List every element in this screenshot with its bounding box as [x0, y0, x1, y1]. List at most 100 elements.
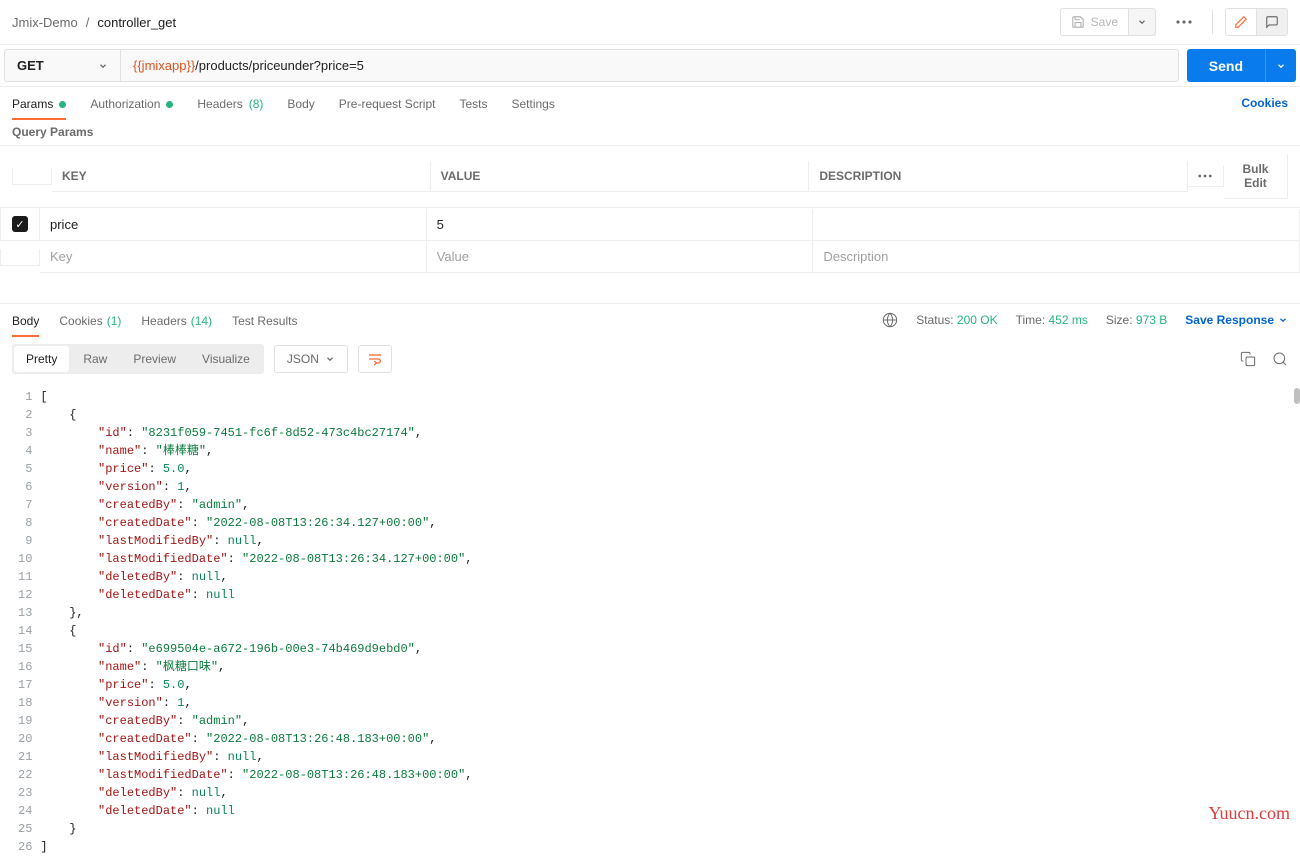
param-value-input[interactable] [437, 217, 803, 232]
method-dropdown[interactable]: GET [5, 50, 121, 81]
breadcrumb-root[interactable]: Jmix-Demo [12, 15, 78, 30]
seg-preview[interactable]: Preview [121, 346, 188, 372]
size-block[interactable]: Size: 973 B [1106, 313, 1167, 327]
tab-headers[interactable]: Headers (8) [197, 87, 263, 119]
url-input[interactable]: {{jmixapp}}/products/priceunder?price=5 [121, 50, 1178, 81]
row-checkbox-cell[interactable]: ✓ [0, 208, 40, 241]
method-label: GET [17, 58, 44, 73]
chevron-down-icon [325, 354, 335, 364]
cookies-link[interactable]: Cookies [1241, 96, 1288, 110]
resp-tab-headers-label: Headers [141, 314, 186, 328]
key-header: KEY [52, 161, 431, 192]
request-url-row: GET {{jmixapp}}/products/priceunder?pric… [0, 45, 1300, 87]
wrap-icon [367, 352, 383, 366]
save-response-label: Save Response [1185, 313, 1274, 327]
search-icon [1272, 351, 1288, 367]
resp-tab-tests-label: Test Results [232, 314, 297, 328]
save-button-group: Save [1060, 8, 1156, 36]
breadcrumb-current[interactable]: controller_get [97, 15, 176, 30]
send-group: Send [1187, 49, 1296, 82]
dots-icon [1198, 174, 1212, 178]
bulk-edit-button[interactable]: Bulk Edit [1224, 154, 1288, 199]
code-content[interactable]: [ { "id": "8231f059-7451-fc6f-8d52-473c4… [40, 382, 1300, 862]
description-header: DESCRIPTION [809, 161, 1188, 192]
edit-mode-button[interactable] [1226, 9, 1256, 35]
tab-prerequest[interactable]: Pre-request Script [339, 87, 436, 119]
tab-settings-label: Settings [512, 97, 555, 111]
tab-headers-count: (8) [249, 97, 264, 111]
tab-settings[interactable]: Settings [512, 87, 555, 119]
copy-button[interactable] [1240, 351, 1256, 367]
size-label: Size: [1106, 313, 1133, 327]
param-desc-input[interactable] [823, 249, 1289, 264]
checkbox-checked-icon: ✓ [12, 216, 28, 232]
seg-pretty[interactable]: Pretty [14, 346, 69, 372]
tab-headers-label: Headers [197, 97, 242, 111]
view-mode-group [1225, 8, 1288, 36]
table-row-empty [0, 241, 1300, 273]
comment-icon [1265, 15, 1279, 29]
comment-mode-button[interactable] [1256, 9, 1287, 35]
send-chevron[interactable] [1265, 49, 1296, 82]
tab-tests[interactable]: Tests [459, 87, 487, 119]
time-block[interactable]: Time: 452 ms [1016, 313, 1088, 327]
language-dropdown[interactable]: JSON [274, 345, 348, 373]
url-path: /products/priceunder?price=5 [195, 58, 364, 73]
url-variable: {{jmixapp}} [133, 58, 195, 73]
more-actions-button[interactable] [1168, 16, 1200, 28]
url-group: GET {{jmixapp}}/products/priceunder?pric… [4, 49, 1179, 82]
resp-tab-tests[interactable]: Test Results [232, 304, 297, 336]
save-response-button[interactable]: Save Response [1185, 313, 1288, 327]
seg-raw[interactable]: Raw [71, 346, 119, 372]
copy-icon [1240, 351, 1256, 367]
status-value: 200 OK [957, 313, 998, 327]
resp-tab-body[interactable]: Body [12, 304, 39, 336]
param-key-input[interactable] [50, 249, 416, 264]
breadcrumb: Jmix-Demo / controller_get [12, 15, 176, 30]
header: Jmix-Demo / controller_get Save [0, 0, 1300, 45]
dots-icon [1176, 20, 1192, 24]
save-chevron[interactable] [1129, 8, 1156, 36]
table-options[interactable] [1188, 166, 1224, 187]
watermark: Yuucn.com [1209, 804, 1290, 822]
tab-prerequest-label: Pre-request Script [339, 97, 436, 111]
size-value: 973 B [1136, 313, 1167, 327]
search-button[interactable] [1272, 351, 1288, 367]
param-key-input[interactable] [50, 217, 416, 232]
auth-indicator-icon [166, 101, 173, 108]
param-desc-input[interactable] [823, 217, 1289, 232]
resp-tab-cookies-label: Cookies [59, 314, 102, 328]
param-value-input[interactable] [437, 249, 803, 264]
save-button[interactable]: Save [1060, 8, 1129, 36]
line-gutter: 1234567891011121314151617181920212223242… [0, 382, 40, 862]
response-body-viewer[interactable]: 1234567891011121314151617181920212223242… [0, 382, 1300, 862]
scrollbar-thumb[interactable] [1294, 388, 1300, 404]
resp-tab-cookies[interactable]: Cookies (1) [59, 304, 121, 336]
tab-params[interactable]: Params [12, 87, 66, 119]
resp-tab-headers[interactable]: Headers (14) [141, 304, 212, 336]
table-header-row: KEY VALUE DESCRIPTION Bulk Edit [0, 146, 1300, 208]
response-meta: Status: 200 OK Time: 452 ms Size: 973 B … [882, 312, 1288, 328]
response-bar: Body Cookies (1) Headers (14) Test Resul… [0, 303, 1300, 336]
tab-authorization[interactable]: Authorization [90, 87, 173, 119]
tab-body-label: Body [287, 97, 314, 111]
checkbox-header [12, 168, 52, 185]
save-label: Save [1091, 15, 1118, 29]
status-block[interactable]: Status: 200 OK [916, 313, 997, 327]
query-params-table: KEY VALUE DESCRIPTION Bulk Edit ✓ [0, 145, 1300, 273]
globe-icon[interactable] [882, 312, 898, 328]
status-label: Status: [916, 313, 953, 327]
resp-tab-body-label: Body [12, 314, 39, 328]
resp-tab-headers-count: (14) [191, 314, 212, 328]
tab-body[interactable]: Body [287, 87, 314, 119]
view-mode-segment: Pretty Raw Preview Visualize [12, 344, 264, 374]
wrap-toggle-button[interactable] [358, 345, 392, 373]
tab-tests-label: Tests [459, 97, 487, 111]
send-button[interactable]: Send [1187, 49, 1265, 82]
divider [1212, 10, 1213, 34]
chevron-down-icon [1276, 61, 1286, 71]
time-value: 452 ms [1049, 313, 1088, 327]
seg-visualize[interactable]: Visualize [190, 346, 262, 372]
params-indicator-icon [59, 101, 66, 108]
resp-tab-cookies-count: (1) [107, 314, 122, 328]
